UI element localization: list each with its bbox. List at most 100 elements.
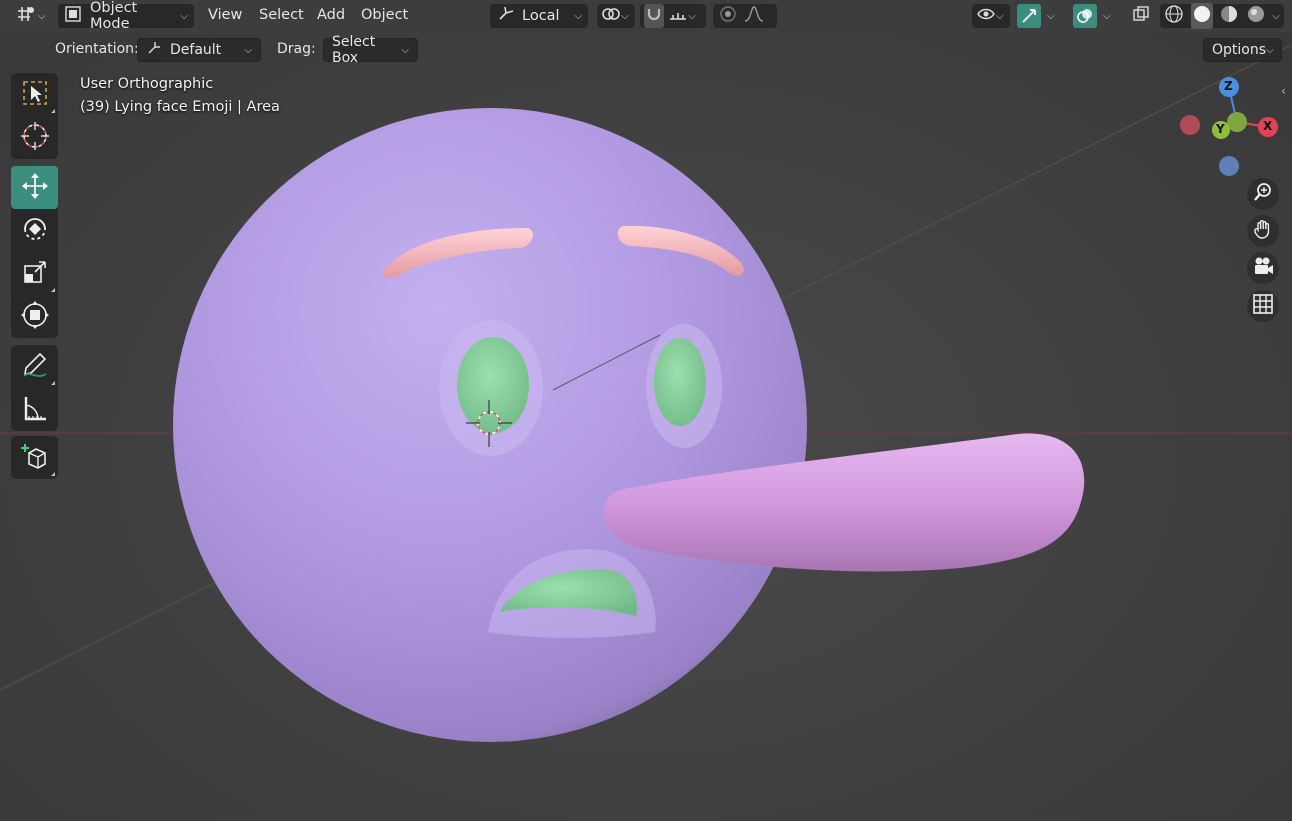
drag-dropdown[interactable]: Select Box ⌵ bbox=[323, 34, 418, 66]
menu-object[interactable]: Object bbox=[361, 7, 408, 23]
orientation-dropdown[interactable]: Default ⌵ bbox=[137, 38, 261, 62]
chevron-down-icon[interactable]: ⌵ bbox=[1272, 11, 1280, 22]
grid-icon bbox=[1252, 293, 1274, 319]
chevron-down-icon: ⌵ bbox=[688, 10, 696, 22]
measure-ruler-icon bbox=[20, 393, 50, 427]
rendered-shading-icon[interactable] bbox=[1246, 4, 1266, 28]
material-shading-icon[interactable] bbox=[1219, 4, 1239, 28]
tool-variants-marker bbox=[51, 472, 55, 476]
hand-icon bbox=[1252, 218, 1274, 244]
snap-button[interactable]: ⌵ bbox=[640, 4, 706, 28]
right-eye bbox=[654, 338, 706, 426]
chevron-down-icon: ⌵ bbox=[574, 10, 582, 22]
measure-tool[interactable] bbox=[11, 388, 58, 431]
chevron-down-icon: ⌵ bbox=[1103, 10, 1111, 22]
solid-shading-icon[interactable] bbox=[1190, 3, 1213, 29]
move-tool[interactable] bbox=[11, 166, 58, 209]
mode-label: Object Mode bbox=[90, 0, 138, 32]
tool-variants-marker bbox=[51, 109, 55, 113]
navigation-gizmo[interactable]: Z Y X bbox=[1176, 76, 1286, 180]
object-mode-icon bbox=[64, 5, 82, 27]
zoom-button[interactable] bbox=[1247, 178, 1279, 210]
rotate-tool[interactable] bbox=[11, 209, 58, 252]
mode-dropdown[interactable]: Object Mode ⌵ bbox=[58, 0, 194, 32]
gizmo-icon bbox=[1017, 4, 1041, 28]
tool-variants-marker bbox=[51, 288, 55, 292]
chevron-down-icon: ⌵ bbox=[1266, 44, 1274, 56]
toolbar-group-add bbox=[11, 436, 58, 479]
overlays-icon bbox=[1073, 4, 1097, 28]
cursor-3d-icon bbox=[20, 121, 50, 155]
view-name-text: User Orthographic bbox=[80, 76, 214, 92]
editor-type-icon bbox=[16, 5, 36, 27]
annotate-tool[interactable] bbox=[11, 345, 58, 388]
proportional-edit-button[interactable] bbox=[713, 4, 777, 28]
tool-variants-marker bbox=[51, 381, 55, 385]
toolbar-group-annotate bbox=[11, 345, 58, 431]
xray-icon bbox=[1132, 5, 1150, 27]
menu-select[interactable]: Select bbox=[259, 7, 304, 23]
orientation-value: Default bbox=[170, 42, 222, 58]
annotate-pencil-icon bbox=[20, 350, 50, 384]
transform-tool[interactable] bbox=[11, 295, 58, 338]
menu-add[interactable]: Add bbox=[317, 7, 345, 23]
zoom-magnifier-icon bbox=[1252, 181, 1274, 207]
viewport-scene bbox=[0, 44, 1292, 742]
editor-type-button[interactable]: ⌵ bbox=[10, 4, 50, 28]
snap-magnet-icon bbox=[644, 4, 664, 28]
y-axis-label: Y bbox=[1216, 122, 1225, 136]
3d-viewport[interactable] bbox=[0, 0, 1292, 821]
object-info-text: (39) Lying face Emoji | Area bbox=[80, 99, 280, 115]
proportional-edit-icon bbox=[719, 5, 737, 27]
transform-pivot-label: Local bbox=[522, 8, 560, 24]
add-cube-tool[interactable] bbox=[11, 436, 58, 479]
shading-mode-group: ⌵ bbox=[1160, 3, 1284, 29]
toolbar-group-select bbox=[11, 73, 58, 159]
x-axis-label: X bbox=[1263, 119, 1273, 133]
drag-value: Select Box bbox=[332, 34, 376, 66]
pan-button[interactable] bbox=[1247, 215, 1279, 247]
viewport-header: ⌵ Object Mode ⌵ View Select Add Object L… bbox=[0, 0, 1292, 32]
camera-view-button[interactable] bbox=[1247, 252, 1279, 284]
chevron-down-icon: ⌵ bbox=[1047, 10, 1055, 22]
neg-z-handle[interactable] bbox=[1219, 156, 1239, 176]
local-axes-icon bbox=[496, 5, 516, 27]
transform-icon bbox=[20, 300, 50, 334]
toolbar-group-transform bbox=[11, 166, 58, 338]
eye-icon bbox=[976, 5, 996, 27]
perspective-toggle-button[interactable] bbox=[1247, 290, 1279, 322]
camera-icon bbox=[1251, 255, 1275, 281]
select-box-tool[interactable] bbox=[11, 73, 58, 116]
visibility-button[interactable]: ⌵ bbox=[972, 4, 1010, 28]
menu-view[interactable]: View bbox=[208, 7, 242, 23]
neg-x-handle[interactable] bbox=[1180, 115, 1200, 135]
transform-orientation-dropdown[interactable]: Local ⌵ bbox=[490, 4, 588, 28]
falloff-curve-icon bbox=[743, 5, 765, 27]
chevron-down-icon: ⌵ bbox=[38, 10, 46, 22]
move-arrows-icon bbox=[20, 171, 50, 205]
scale-icon bbox=[21, 258, 49, 290]
chevron-down-icon: ⌵ bbox=[996, 10, 1004, 22]
neg-y-handle[interactable] bbox=[1227, 112, 1247, 132]
chevron-down-icon: ⌵ bbox=[180, 10, 188, 22]
orientation-axes-icon bbox=[146, 40, 162, 60]
cursor-tool[interactable] bbox=[11, 116, 58, 159]
tool-settings-header: Orientation: Default ⌵ Drag: Select Box … bbox=[0, 34, 1292, 66]
orientation-label: Orientation: bbox=[55, 41, 139, 57]
link-icon bbox=[601, 5, 621, 27]
options-dropdown[interactable]: Options ⌵ bbox=[1203, 38, 1282, 62]
left-eye bbox=[457, 337, 529, 433]
chevron-down-icon: ⌵ bbox=[621, 10, 629, 22]
z-axis-label: Z bbox=[1224, 79, 1233, 93]
drag-label: Drag: bbox=[277, 41, 316, 57]
gizmo-toggle[interactable]: ⌵ bbox=[1017, 4, 1063, 28]
scale-tool[interactable] bbox=[11, 252, 58, 295]
xray-toggle[interactable] bbox=[1128, 4, 1154, 28]
overlays-toggle[interactable]: ⌵ bbox=[1073, 4, 1119, 28]
add-cube-icon bbox=[20, 441, 50, 475]
options-label: Options bbox=[1212, 42, 1267, 58]
wireframe-shading-icon[interactable] bbox=[1164, 4, 1184, 28]
select-box-icon bbox=[21, 79, 49, 111]
sidebar-toggle-arrow[interactable]: ‹ bbox=[1281, 84, 1286, 98]
pivot-point-button[interactable]: ⌵ bbox=[597, 4, 635, 28]
